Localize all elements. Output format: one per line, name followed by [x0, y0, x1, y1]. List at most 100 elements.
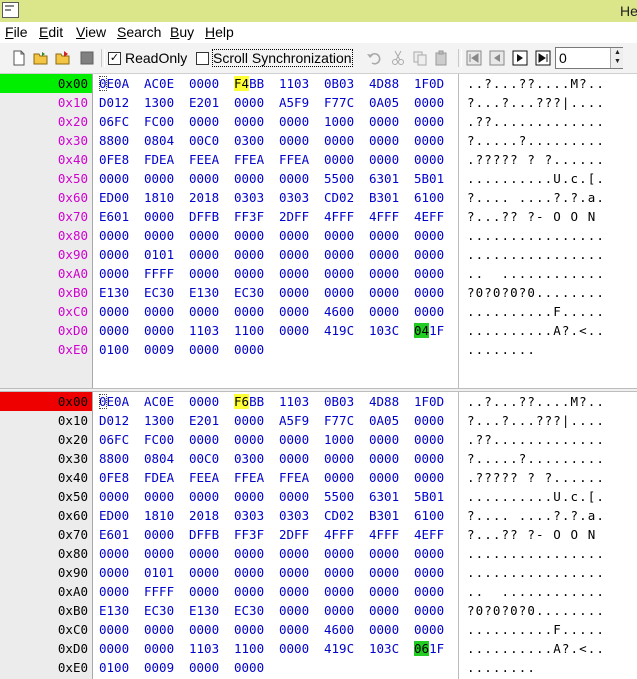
hex-word[interactable]: FDEA — [144, 468, 174, 487]
hex-word[interactable]: 0000 — [144, 169, 174, 188]
hex-word[interactable]: 0000 — [234, 302, 264, 321]
hex-word[interactable]: 4FFF — [324, 207, 354, 226]
hex-word[interactable]: 0000 — [189, 302, 219, 321]
hex-word[interactable]: 0101 — [144, 563, 174, 582]
ascii-row[interactable]: ?.... ....?.?.a. — [467, 188, 605, 207]
match-byte-highlight[interactable]: 04 — [414, 323, 430, 338]
hex-word[interactable]: D012 — [99, 93, 129, 112]
hex-word[interactable]: 0000 — [369, 226, 399, 245]
ascii-row[interactable]: .??............. — [467, 112, 605, 131]
hex-word[interactable]: 103C — [369, 639, 399, 658]
hex-word[interactable]: 0303 — [234, 506, 264, 525]
hex-word[interactable]: 0000 — [414, 283, 444, 302]
hex-word[interactable]: 0000 — [234, 544, 264, 563]
hex-word[interactable]: 4EFF — [414, 207, 444, 226]
hex-word[interactable]: 0000 — [99, 169, 129, 188]
ascii-row[interactable]: ?...?...???|.... — [467, 93, 605, 112]
hex-word[interactable]: 4600 — [324, 620, 354, 639]
hex-word[interactable]: 0000 — [279, 264, 309, 283]
hex-word[interactable]: E201 — [189, 93, 219, 112]
hex-word[interactable]: 0000 — [414, 264, 444, 283]
hex-word[interactable]: 4FFF — [324, 525, 354, 544]
match-byte-highlight[interactable]: 06 — [414, 641, 430, 656]
ascii-row[interactable]: ..?...??....M?.. — [467, 74, 605, 93]
offset-spin-buttons[interactable]: ▲ ▼ — [610, 48, 624, 68]
hex-word[interactable]: 0000 — [279, 131, 309, 150]
hex-word[interactable]: E601 — [99, 525, 129, 544]
hex-word[interactable]: 06FC — [99, 112, 129, 131]
ascii-row[interactable]: ................ — [467, 563, 605, 582]
hex-word[interactable]: 5B01 — [414, 169, 444, 188]
hex-word[interactable]: CD02 — [324, 188, 354, 207]
hex-word[interactable]: 0000 — [324, 264, 354, 283]
menu-buy[interactable]: Buy — [170, 24, 194, 40]
hex-word[interactable]: 2018 — [189, 506, 219, 525]
hex-word[interactable]: 2018 — [189, 188, 219, 207]
hex-word[interactable]: 0000 — [234, 658, 264, 677]
hex-word[interactable]: 4EFF — [414, 525, 444, 544]
hex-word[interactable]: 2DFF — [279, 207, 309, 226]
open-file-icon[interactable] — [33, 50, 49, 66]
hex-word[interactable]: 0000 — [189, 430, 219, 449]
undo-icon[interactable] — [366, 50, 382, 66]
hex-word[interactable]: 0000 — [279, 283, 309, 302]
hex-word[interactable]: 0000 — [414, 449, 444, 468]
last-diff-icon[interactable] — [535, 50, 551, 66]
hex-word[interactable]: 061F — [414, 639, 444, 658]
hex-word[interactable]: A5F9 — [279, 411, 309, 430]
hex-word[interactable]: 0000 — [99, 620, 129, 639]
hex-word[interactable]: 0000 — [234, 487, 264, 506]
ascii-row[interactable]: ........ — [467, 340, 536, 359]
hex-word[interactable]: 6100 — [414, 188, 444, 207]
ascii-row[interactable]: .????? ? ?...... — [467, 150, 605, 169]
hex-word[interactable]: 0B03 — [324, 392, 354, 411]
ascii-row[interactable]: ................ — [467, 226, 605, 245]
hex-word[interactable]: FC00 — [144, 430, 174, 449]
hex-word[interactable]: 0000 — [369, 150, 399, 169]
hex-word[interactable]: 0000 — [324, 544, 354, 563]
hex-word[interactable]: 0000 — [99, 487, 129, 506]
next-diff-icon[interactable] — [512, 50, 528, 66]
hex-word[interactable]: 0000 — [234, 169, 264, 188]
ascii-row[interactable]: ..?...??....M?.. — [467, 392, 605, 411]
hex-word[interactable]: 0000 — [279, 544, 309, 563]
hex-word[interactable]: 0000 — [99, 226, 129, 245]
ascii-row[interactable]: ?...?? ?- O O N — [467, 207, 605, 226]
hex-word[interactable]: FDEA — [144, 150, 174, 169]
hex-word[interactable]: 1103 — [279, 74, 309, 93]
menu-search[interactable]: Search — [117, 24, 161, 40]
hex-word[interactable]: 4600 — [324, 302, 354, 321]
hex-word[interactable]: EC30 — [144, 601, 174, 620]
hex-word[interactable]: 0000 — [189, 245, 219, 264]
hex-word[interactable]: 0FE8 — [99, 468, 129, 487]
hex-word[interactable]: 0000 — [189, 340, 219, 359]
hex-word[interactable]: 0000 — [234, 226, 264, 245]
hex-word[interactable]: 0000 — [369, 430, 399, 449]
hex-word[interactable]: 0000 — [279, 449, 309, 468]
hex-word[interactable]: 0000 — [144, 620, 174, 639]
hex-word[interactable]: F77C — [324, 411, 354, 430]
hex-word[interactable]: DFFB — [189, 207, 219, 226]
ascii-row[interactable]: ..........F..... — [467, 620, 605, 639]
stop-icon[interactable] — [79, 50, 95, 66]
hex-word[interactable]: 0000 — [324, 150, 354, 169]
hex-word[interactable]: 0000 — [369, 449, 399, 468]
hex-word[interactable]: 0000 — [99, 302, 129, 321]
hex-word[interactable]: 8800 — [99, 131, 129, 150]
hex-word[interactable]: 0FE8 — [99, 150, 129, 169]
hex-word[interactable]: 0000 — [369, 620, 399, 639]
hex-word[interactable]: 0000 — [279, 112, 309, 131]
hex-word[interactable]: 0000 — [369, 544, 399, 563]
hex-word[interactable]: 0000 — [189, 226, 219, 245]
hex-word[interactable]: 6301 — [369, 487, 399, 506]
hex-word[interactable]: 0303 — [234, 188, 264, 207]
hex-word[interactable]: 0000 — [189, 169, 219, 188]
hex-word[interactable]: 0000 — [414, 226, 444, 245]
menu-view[interactable]: View — [76, 24, 106, 40]
hex-word[interactable]: 5500 — [324, 169, 354, 188]
hex-word[interactable]: 0000 — [279, 245, 309, 264]
hex-word[interactable]: 0000 — [144, 525, 174, 544]
hex-word[interactable]: 0A05 — [369, 93, 399, 112]
hex-word[interactable]: 0000 — [144, 544, 174, 563]
hex-word[interactable]: FEEA — [189, 468, 219, 487]
